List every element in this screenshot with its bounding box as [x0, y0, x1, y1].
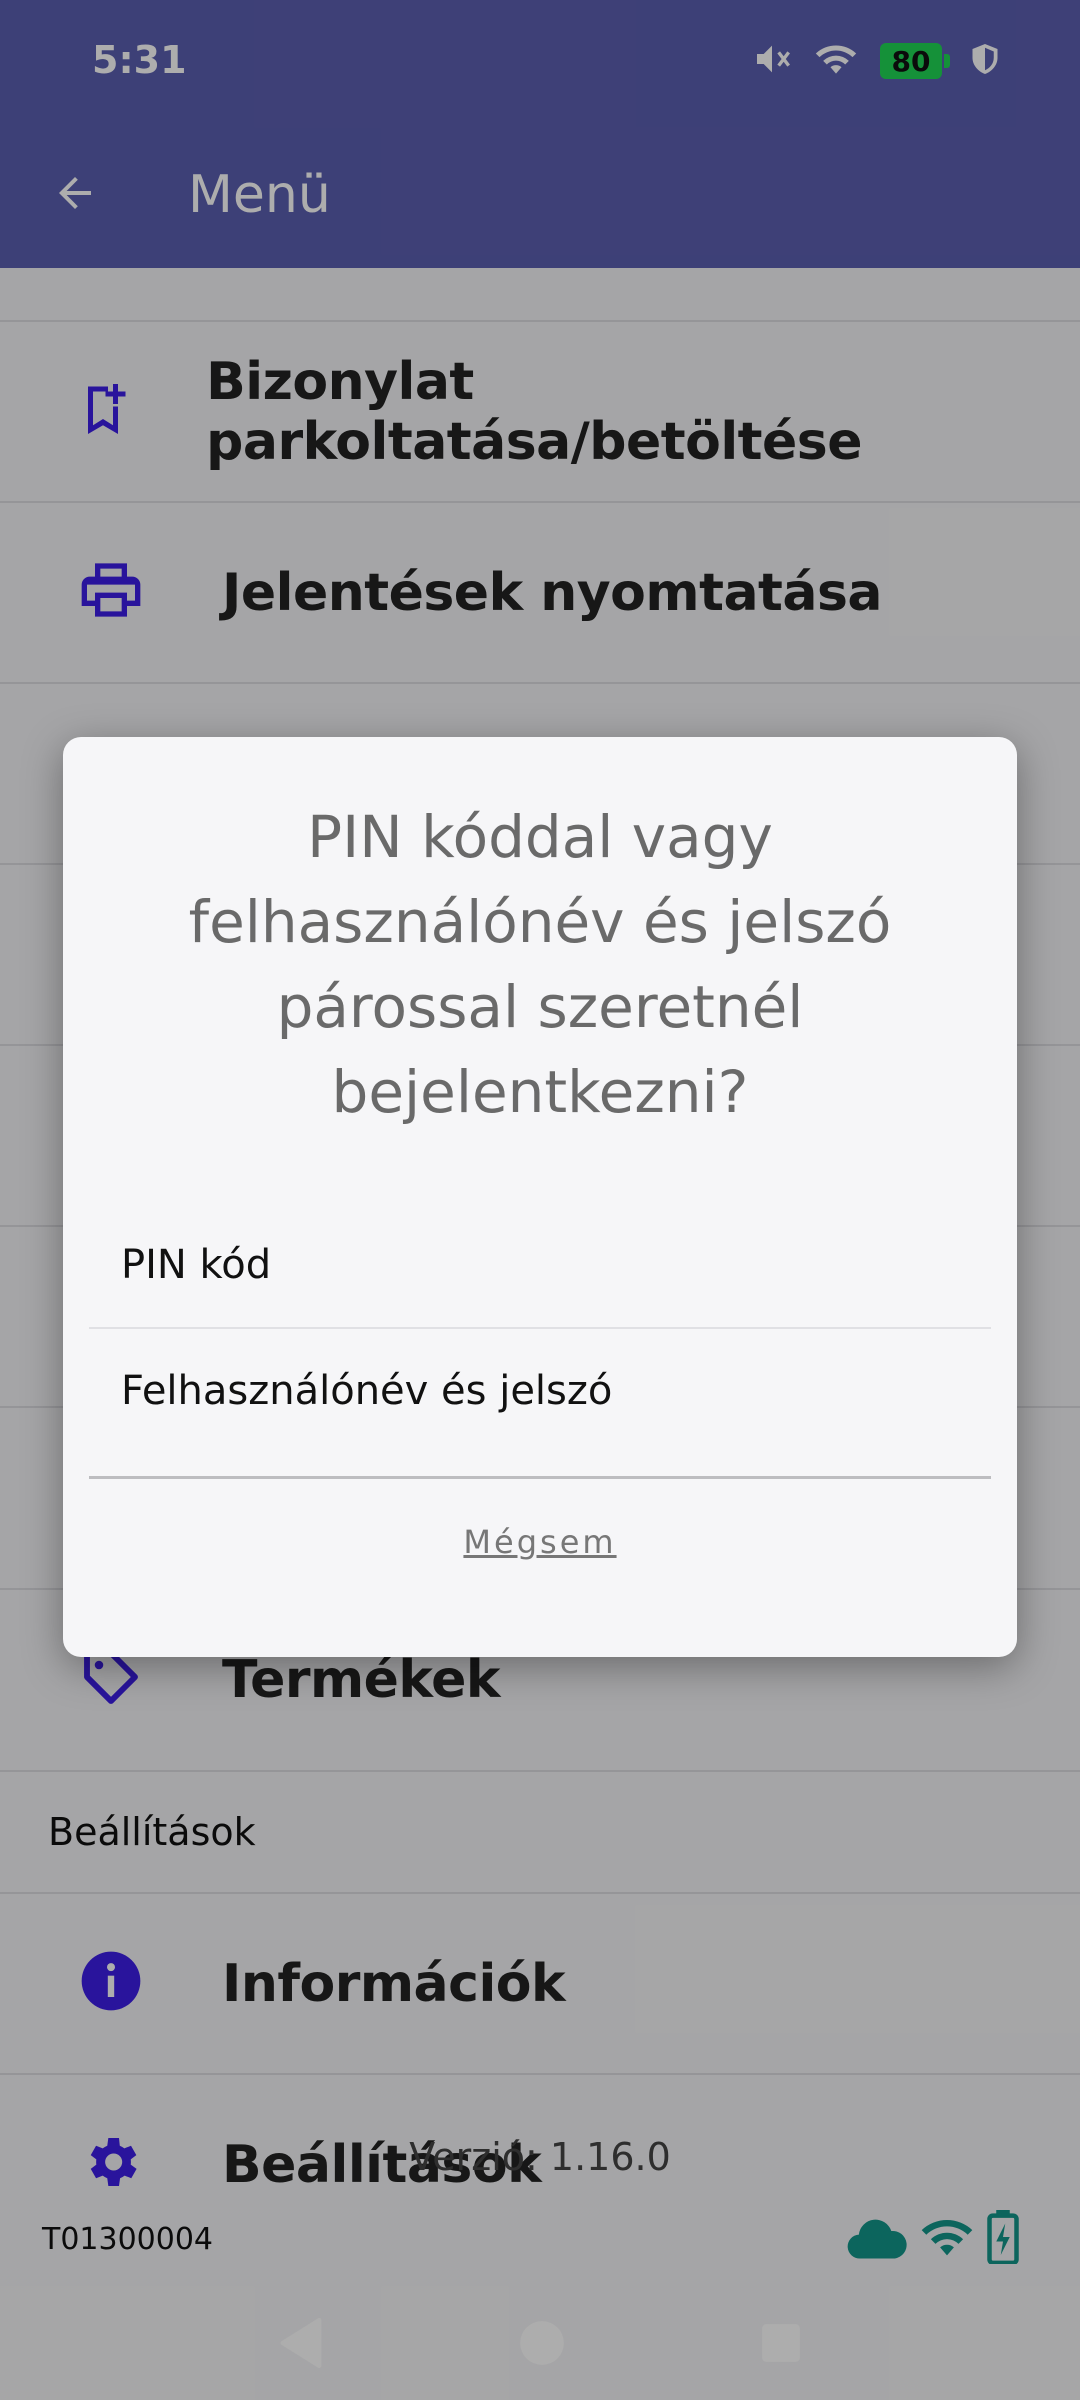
option-username-password[interactable]: Felhasználónév és jelszó [89, 1329, 991, 1453]
cancel-button[interactable]: Mégsem [0, 1502, 1080, 1582]
dialog-divider [89, 1476, 991, 1479]
option-pin-code[interactable]: PIN kód [89, 1203, 991, 1327]
dialog-title: PIN kóddal vagy felhasználónév és jelszó… [188, 803, 892, 1126]
